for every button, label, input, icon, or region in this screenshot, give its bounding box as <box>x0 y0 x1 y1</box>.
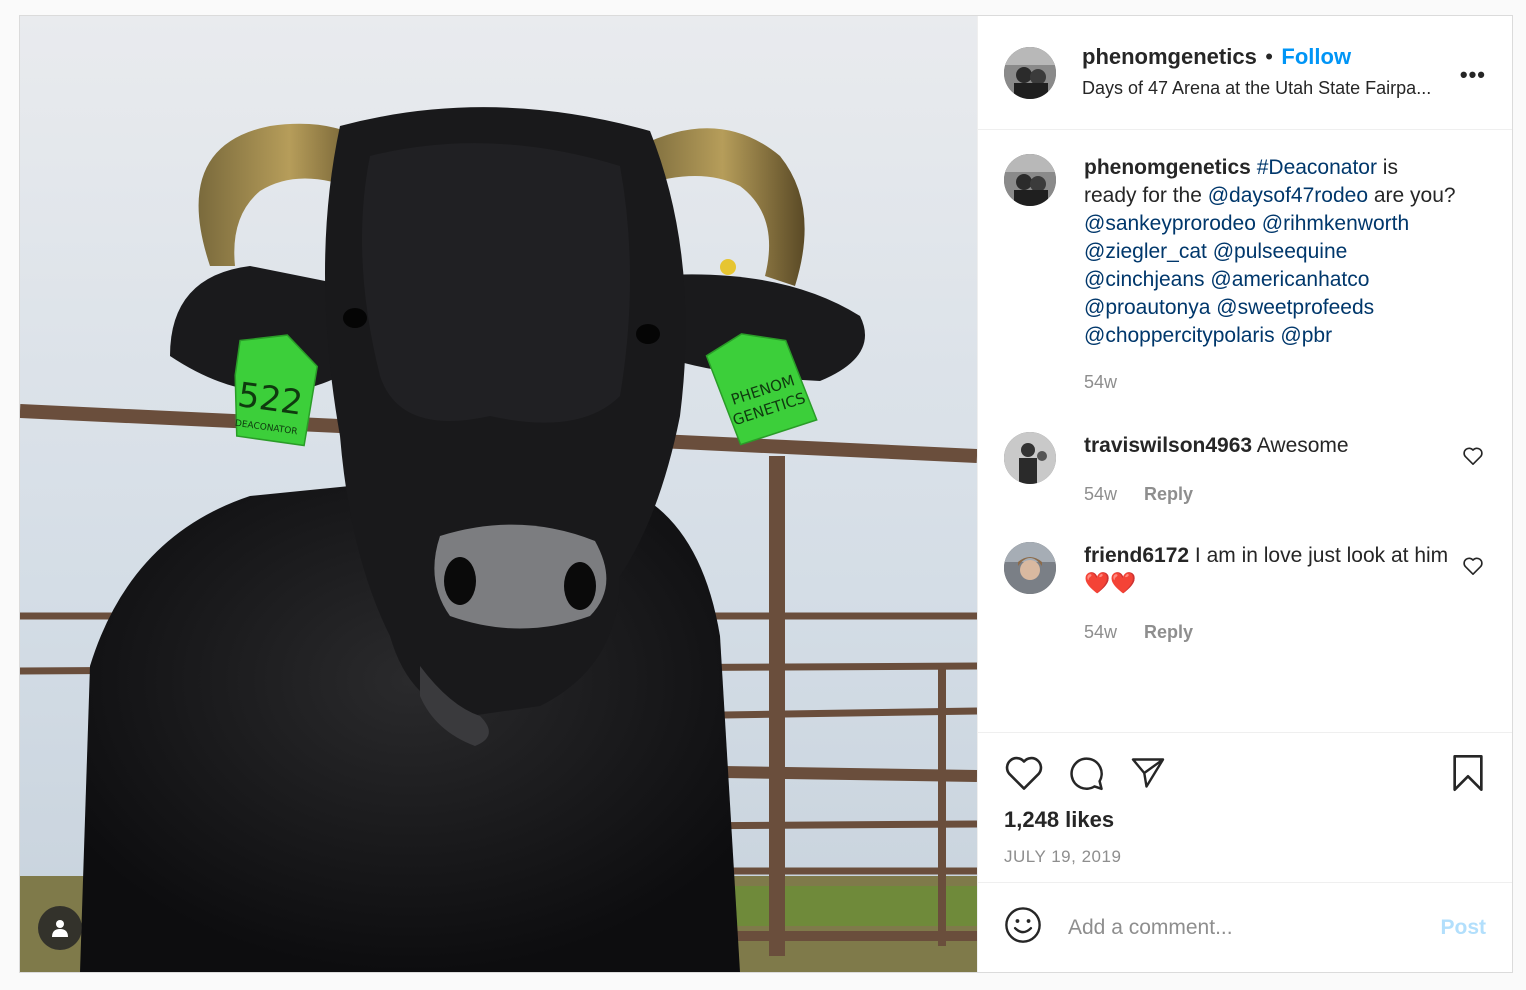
comment-item: traviswilson4963 Awesome 54w Reply <box>1004 432 1486 508</box>
comment-avatar[interactable] <box>1004 432 1056 484</box>
mention-link[interactable]: @rihmkenworth <box>1262 212 1409 235</box>
avatar[interactable] <box>1004 46 1056 99</box>
mention-link[interactable]: @sankeyprorodeo <box>1084 212 1256 235</box>
avatar-image <box>1004 432 1056 484</box>
actions-bar: 1,248 likes JULY 19, 2019 <box>978 732 1512 882</box>
caption-text: are you? <box>1368 184 1456 207</box>
share-icon[interactable] <box>1128 755 1168 791</box>
avatar-image <box>1004 46 1056 99</box>
caption-avatar[interactable] <box>1004 154 1056 206</box>
caption-username[interactable]: phenomgenetics <box>1084 156 1251 179</box>
post-header: phenomgenetics • Follow Days of 47 Arena… <box>978 16 1512 130</box>
comment-text: Awesome <box>1256 434 1349 457</box>
mention-link[interactable]: @daysof47rodeo <box>1208 184 1368 207</box>
tagged-user-button[interactable] <box>38 906 82 950</box>
comment-like-icon[interactable] <box>1462 446 1484 471</box>
avatar-image <box>1004 154 1056 206</box>
emoji-icon[interactable] <box>1004 906 1042 949</box>
mention-link[interactable]: @americanhatco <box>1210 268 1369 291</box>
comment-icon[interactable] <box>1066 754 1106 792</box>
reply-button[interactable]: Reply <box>1144 622 1193 642</box>
comment-item: friend6172 I am in love just look at him… <box>1004 542 1486 646</box>
instagram-post: 522 DEACONATOR PHENOM GENETICS phenomgen… <box>19 15 1513 973</box>
comment-time[interactable]: 54w <box>1084 622 1117 642</box>
bookmark-icon[interactable] <box>1450 753 1486 798</box>
comment-avatar[interactable] <box>1004 542 1056 594</box>
more-options-icon[interactable]: ••• <box>1460 62 1486 88</box>
post-photo[interactable]: 522 DEACONATOR PHENOM GENETICS <box>20 16 977 972</box>
mention-link[interactable]: @proautonya <box>1084 296 1210 319</box>
hashtag-link[interactable]: #Deaconator <box>1257 156 1377 179</box>
comment-username[interactable]: traviswilson4963 <box>1084 434 1252 457</box>
caption-time[interactable]: 54w <box>1084 372 1117 392</box>
mention-link[interactable]: @sweetprofeeds <box>1216 296 1374 319</box>
mention-link[interactable]: @pulseequine <box>1213 240 1348 263</box>
comment-time[interactable]: 54w <box>1084 484 1117 504</box>
post-date[interactable]: JULY 19, 2019 <box>1004 847 1486 867</box>
comment-input[interactable] <box>1068 915 1441 940</box>
follow-button[interactable]: Follow <box>1281 44 1351 69</box>
comments-section[interactable]: phenomgenetics #Deaconator is ready for … <box>978 130 1512 732</box>
comment-username[interactable]: friend6172 <box>1084 544 1189 567</box>
separator-dot: • <box>1265 44 1273 69</box>
location-link[interactable]: Days of 47 Arena at the Utah State Fairp… <box>1082 74 1486 103</box>
post-sidebar: phenomgenetics • Follow Days of 47 Arena… <box>977 16 1512 972</box>
mention-link[interactable]: @choppercitypolaris <box>1084 324 1275 347</box>
avatar-image <box>1004 542 1056 594</box>
caption: phenomgenetics #Deaconator is ready for … <box>1004 154 1486 396</box>
header-username[interactable]: phenomgenetics <box>1082 44 1257 69</box>
comment-like-icon[interactable] <box>1462 556 1484 581</box>
mention-link[interactable]: @pbr <box>1280 324 1332 347</box>
mention-link[interactable]: @ziegler_cat <box>1084 240 1207 263</box>
person-icon <box>52 920 68 937</box>
like-icon[interactable] <box>1004 755 1044 791</box>
likes-count[interactable]: 1,248 likes <box>1004 807 1486 833</box>
reply-button[interactable]: Reply <box>1144 484 1193 504</box>
bull-photo: 522 DEACONATOR PHENOM GENETICS <box>20 16 977 972</box>
post-button[interactable]: Post <box>1440 916 1486 940</box>
add-comment-bar: Post <box>978 882 1512 972</box>
mention-link[interactable]: @cinchjeans <box>1084 268 1205 291</box>
